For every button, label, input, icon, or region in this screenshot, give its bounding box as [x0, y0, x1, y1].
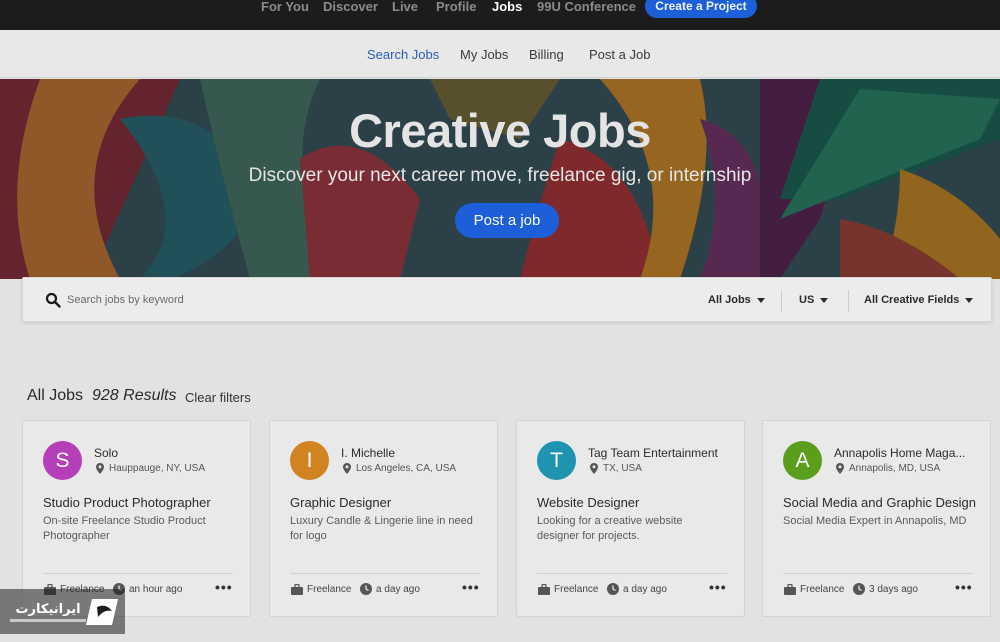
posted-time: a day ago	[376, 584, 420, 595]
job-type-filter[interactable]: All Jobs	[708, 278, 765, 323]
more-options-button[interactable]: •••	[709, 579, 727, 595]
job-location: TX, USA	[603, 463, 642, 474]
card-divider	[43, 573, 233, 574]
job-type: Freelance	[800, 584, 845, 595]
job-type: Freelance	[554, 584, 599, 595]
job-type: Freelance	[307, 584, 352, 595]
search-input[interactable]	[67, 289, 467, 311]
creative-field-filter-label: All Creative Fields	[864, 294, 960, 306]
chevron-down-icon	[820, 297, 829, 303]
job-title[interactable]: Graphic Designer	[290, 495, 391, 510]
clock-icon	[853, 583, 865, 595]
job-card[interactable]: T Tag Team Entertainment TX, USA Website…	[516, 420, 745, 617]
location-pin-icon	[590, 463, 598, 474]
clock-icon	[360, 583, 372, 595]
location-pin-icon	[96, 463, 104, 474]
job-title[interactable]: Website Designer	[537, 495, 639, 510]
search-bar: All Jobs US All Creative Fields	[22, 277, 992, 322]
sub-navigation: Search Jobs My Jobs Billing Post a Job	[0, 30, 1000, 78]
company-name[interactable]: I. Michelle	[341, 446, 395, 460]
nav-99u-conference[interactable]: 99U Conference	[537, 0, 636, 30]
job-location: Annapolis, MD, USA	[849, 463, 941, 474]
filter-divider	[848, 290, 849, 312]
hero-banner: Creative Jobs Discover your next career …	[0, 79, 1000, 279]
company-name[interactable]: Solo	[94, 446, 118, 460]
top-navigation: For You Discover Live Profile Jobs 99U C…	[0, 0, 1000, 30]
job-title[interactable]: Social Media and Graphic Design	[783, 495, 976, 510]
chevron-down-icon	[965, 297, 974, 303]
post-a-job-button[interactable]: Post a job	[455, 203, 559, 238]
posted-time: 3 days ago	[869, 584, 918, 595]
briefcase-icon	[784, 584, 796, 595]
creative-field-filter[interactable]: All Creative Fields	[864, 278, 974, 323]
tab-search-jobs[interactable]: Search Jobs	[367, 47, 439, 62]
nav-jobs[interactable]: Jobs	[492, 0, 522, 30]
watermark-logo: ایرانیکارت	[0, 589, 125, 634]
briefcase-icon	[291, 584, 303, 595]
job-type-filter-label: All Jobs	[708, 294, 751, 306]
job-location: Los Angeles, CA, USA	[356, 463, 457, 474]
results-heading: All Jobs	[27, 387, 84, 404]
create-project-button[interactable]: Create a Project	[645, 0, 757, 18]
job-card[interactable]: S Solo Hauppauge, NY, USA Studio Product…	[22, 420, 251, 617]
company-name[interactable]: Tag Team Entertainment	[588, 446, 718, 460]
country-filter-label: US	[799, 294, 815, 306]
nav-profile[interactable]: Profile	[436, 0, 476, 30]
nav-for-you[interactable]: For You	[261, 0, 309, 30]
card-divider	[783, 573, 973, 574]
location-pin-icon	[343, 463, 351, 474]
avatar: A	[783, 441, 822, 480]
svg-text:ایرانیکارت: ایرانیکارت	[15, 602, 80, 617]
nav-live[interactable]: Live	[392, 0, 418, 30]
briefcase-icon	[538, 584, 550, 595]
more-options-button[interactable]: •••	[215, 579, 233, 595]
posted-time: an hour ago	[129, 584, 183, 595]
hero-subtitle: Discover your next career move, freelanc…	[248, 165, 752, 186]
location-pin-icon	[836, 463, 844, 474]
avatar: S	[43, 441, 82, 480]
filter-divider	[781, 290, 782, 312]
job-title[interactable]: Studio Product Photographer	[43, 495, 211, 510]
company-name[interactable]: Annapolis Home Maga...	[834, 446, 965, 460]
country-filter[interactable]: US	[799, 278, 829, 323]
search-icon	[45, 292, 61, 308]
job-description: Social Media Expert in Annapolis, MD	[783, 515, 967, 527]
job-description: On-site Freelance Studio Product Photogr…	[43, 515, 206, 542]
job-location: Hauppauge, NY, USA	[109, 463, 205, 474]
clock-icon	[607, 583, 619, 595]
job-card[interactable]: I I. Michelle Los Angeles, CA, USA Graph…	[269, 420, 498, 617]
avatar: T	[537, 441, 576, 480]
results-count: 928 Results	[92, 387, 177, 404]
posted-time: a day ago	[623, 584, 667, 595]
card-divider	[537, 573, 727, 574]
avatar: I	[290, 441, 329, 480]
tab-my-jobs[interactable]: My Jobs	[460, 47, 508, 62]
job-description: Luxury Candle & Lingerie line in need fo…	[290, 515, 473, 542]
card-divider	[290, 573, 480, 574]
chevron-down-icon	[756, 297, 765, 303]
clear-filters-link[interactable]: Clear filters	[185, 390, 251, 405]
nav-discover[interactable]: Discover	[323, 0, 378, 30]
more-options-button[interactable]: •••	[955, 579, 973, 595]
job-description: Looking for a creative website designer …	[537, 515, 683, 542]
more-options-button[interactable]: •••	[462, 579, 480, 595]
tab-billing[interactable]: Billing	[529, 47, 564, 62]
job-card[interactable]: A Annapolis Home Maga... Annapolis, MD, …	[762, 420, 991, 617]
hero-title: Creative Jobs	[349, 104, 651, 157]
tab-post-a-job[interactable]: Post a Job	[589, 47, 650, 62]
